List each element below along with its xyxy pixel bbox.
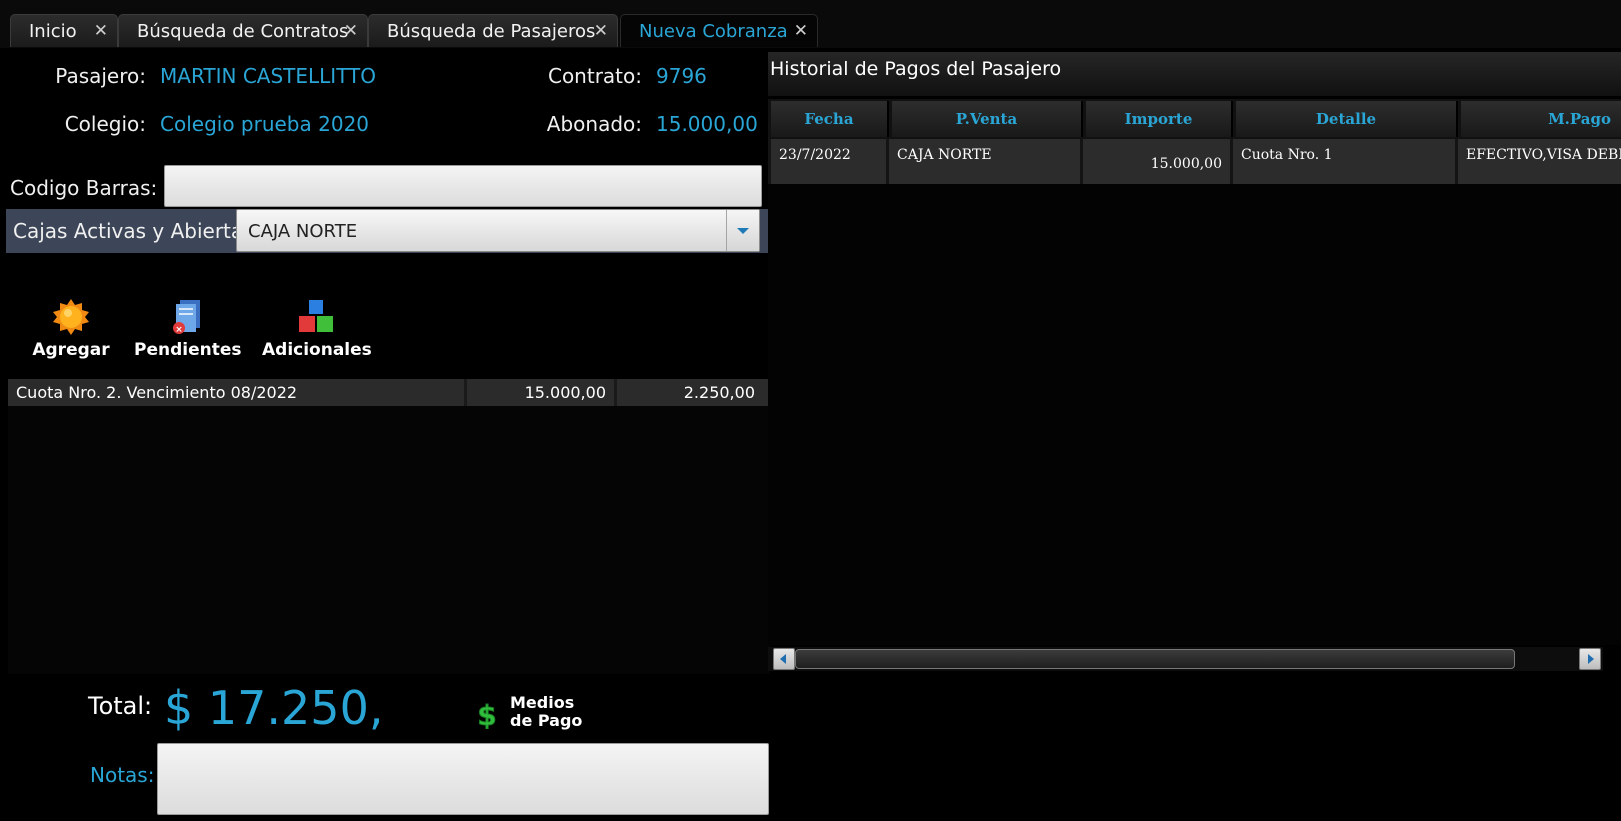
tab-label: Búsqueda de Pasajeros: [387, 21, 596, 42]
cell-importe: 15.000,00: [1083, 139, 1233, 184]
cell-fecha: 23/7/2022: [771, 139, 889, 184]
colored-cubes-icon: [299, 300, 333, 332]
cajas-select[interactable]: CAJA NORTE: [236, 209, 760, 252]
tab-label: Nueva Cobranza: [639, 21, 788, 42]
abonado-value: 15.000,00: [656, 112, 758, 136]
close-icon[interactable]: ✕: [94, 15, 108, 48]
contrato-value: 9796: [656, 64, 707, 88]
codigo-barras-label: Codigo Barras:: [10, 176, 158, 200]
tab-label: Búsqueda de Contratos: [137, 21, 349, 42]
pendientes-label: Pendientes: [134, 340, 242, 360]
cell-pventa: CAJA NORTE: [889, 139, 1083, 184]
adicionales-label: Adicionales: [262, 340, 372, 360]
column-divider: [614, 379, 617, 406]
scroll-left-icon[interactable]: [773, 648, 795, 670]
cell-detalle: Cuota Nro. 1: [1233, 139, 1458, 184]
close-icon[interactable]: ✕: [594, 15, 608, 48]
horizontal-scrollbar[interactable]: [768, 647, 1603, 671]
column-divider: [464, 379, 467, 406]
cuota-importe: 15.000,00: [524, 383, 606, 402]
chevron-down-icon[interactable]: [726, 210, 759, 251]
close-icon[interactable]: ✕: [794, 15, 808, 48]
column-header-mpago[interactable]: M.Pago: [1461, 101, 1621, 137]
column-header-detalle[interactable]: Detalle: [1236, 101, 1458, 137]
svg-text:×: ×: [175, 325, 183, 335]
adicionales-button[interactable]: Adicionales: [262, 298, 372, 360]
cuota-descripcion: Cuota Nro. 2. Vencimiento 08/2022: [16, 383, 298, 402]
table-row[interactable]: 23/7/2022 CAJA NORTE 15.000,00 Cuota Nro…: [768, 139, 1621, 184]
pasajero-label: Pasajero:: [55, 64, 146, 88]
sun-burst-icon: [53, 299, 89, 335]
cuota-adicional: 2.250,00: [683, 383, 755, 402]
tab-busqueda-contratos[interactable]: Búsqueda de Contratos ✕: [118, 14, 368, 47]
cell-mpago: EFECTIVO,VISA DEBI: [1458, 139, 1621, 184]
medios-line-2: de Pago: [510, 711, 583, 730]
medios-pago-button[interactable]: Medios de Pago: [510, 694, 582, 730]
tab-inicio[interactable]: Inicio ✕: [10, 14, 118, 47]
list-item[interactable]: Cuota Nro. 2. Vencimiento 08/2022 15.000…: [8, 379, 770, 406]
tab-nueva-cobranza[interactable]: Nueva Cobranza ✕: [620, 14, 818, 47]
tab-bar: Inicio ✕ Búsqueda de Contratos ✕ Búsqued…: [0, 0, 1621, 48]
tab-label: Inicio: [29, 21, 77, 42]
contrato-label: Contrato:: [547, 64, 642, 88]
tab-busqueda-pasajeros[interactable]: Búsqueda de Pasajeros ✕: [368, 14, 618, 47]
agregar-label: Agregar: [32, 340, 110, 360]
historial-grid-body: [768, 184, 1621, 645]
scrollbar-thumb[interactable]: [795, 649, 1515, 669]
cajas-label: Cajas Activas y Abiertas:: [13, 219, 261, 243]
medios-line-1: Medios: [510, 693, 575, 712]
total-value: $ 17.250,00: [164, 682, 379, 734]
cajas-selected-value: CAJA NORTE: [248, 221, 358, 242]
notas-input[interactable]: [157, 743, 769, 815]
scroll-right-icon[interactable]: [1579, 648, 1601, 670]
codigo-barras-input[interactable]: [164, 165, 762, 207]
cuotas-list-area: [8, 406, 770, 674]
colegio-value: Colegio prueba 2020: [160, 112, 370, 136]
historial-title: Historial de Pagos del Pasajero: [768, 52, 1621, 96]
column-header-fecha[interactable]: Fecha: [771, 101, 889, 137]
abonado-label: Abonado:: [546, 112, 642, 136]
pendientes-button[interactable]: × Pendientes: [134, 298, 242, 360]
dollar-icon: $: [477, 699, 497, 729]
column-header-pventa[interactable]: P.Venta: [892, 101, 1083, 137]
historial-grid-header: Fecha P.Venta Importe Detalle M.Pago: [768, 99, 1621, 139]
svg-text:$: $: [477, 699, 496, 729]
pasajero-value: MARTIN CASTELLITTO: [160, 64, 377, 88]
agregar-button[interactable]: Agregar: [30, 298, 112, 360]
total-label: Total:: [88, 692, 153, 720]
notas-label: Notas:: [90, 763, 155, 787]
colegio-label: Colegio:: [64, 112, 146, 136]
column-header-importe[interactable]: Importe: [1086, 101, 1233, 137]
pending-documents-icon: ×: [173, 300, 200, 335]
close-icon[interactable]: ✕: [344, 15, 358, 48]
